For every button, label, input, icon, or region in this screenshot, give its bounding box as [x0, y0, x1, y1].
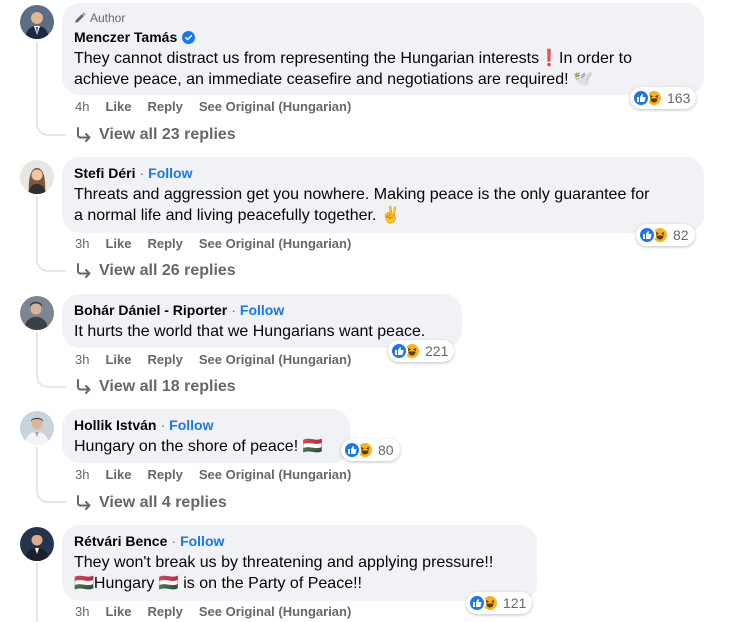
- comment-text-line: a normal life and living peacefully toge…: [74, 207, 401, 224]
- reaction-count: 121: [503, 595, 527, 611]
- thread-line: [36, 332, 38, 374]
- comment-text-line: It hurts the world that we Hungarians wa…: [74, 323, 426, 340]
- like-button[interactable]: Like: [105, 352, 131, 368]
- commenter-name[interactable]: Hollik István: [74, 417, 156, 434]
- like-reaction-icon: [632, 89, 650, 107]
- reply-arrow-icon: [77, 263, 91, 278]
- comment-bubble: Author Menczer Tamás They cannot distrac…: [62, 3, 704, 95]
- comment-text-line: They cannot distract us from representin…: [74, 50, 632, 67]
- reaction-count: 82: [673, 227, 689, 243]
- like-reaction-icon: [390, 342, 408, 360]
- thread-line: [36, 196, 38, 258]
- see-original-button[interactable]: See Original (Hungarian): [199, 604, 351, 620]
- like-reaction-icon: [343, 441, 361, 459]
- comment-text-line: Hungary on the shore of peace! 🇭🇺: [74, 438, 323, 455]
- comment-actions: 4h Like Reply See Original (Hungarian): [75, 99, 367, 115]
- reply-button[interactable]: Reply: [147, 236, 182, 252]
- follow-button[interactable]: Follow: [240, 302, 284, 319]
- comment-actions: 3h Like Reply See Original (Hungarian): [75, 236, 367, 252]
- view-replies-link[interactable]: View all 18 replies: [75, 378, 236, 396]
- reply-arrow-icon: [77, 379, 91, 394]
- follow-button[interactable]: Follow: [180, 533, 224, 550]
- thread-curve: [36, 489, 66, 503]
- comment-bubble: Stefi Déri · Follow Threats and aggressi…: [62, 157, 704, 233]
- reaction-count: 163: [667, 90, 691, 106]
- reply-button[interactable]: Reply: [147, 99, 182, 115]
- see-original-button[interactable]: See Original (Hungarian): [199, 352, 351, 368]
- reaction-count: 221: [425, 343, 449, 359]
- view-replies-label: View all 4 replies: [99, 494, 227, 511]
- view-replies-label: View all 23 replies: [99, 126, 236, 143]
- like-button[interactable]: Like: [105, 99, 131, 115]
- avatar[interactable]: [20, 160, 54, 194]
- avatar[interactable]: [20, 5, 54, 39]
- thread-curve: [36, 122, 66, 136]
- pencil-icon: [75, 12, 86, 23]
- see-original-button[interactable]: See Original (Hungarian): [199, 236, 351, 252]
- reply-button[interactable]: Reply: [147, 467, 182, 483]
- avatar[interactable]: [20, 527, 54, 561]
- reply-arrow-icon: [77, 495, 91, 510]
- thread-curve: [36, 258, 66, 272]
- like-reaction-icon: [638, 226, 656, 244]
- comment-time[interactable]: 3h: [75, 604, 89, 620]
- view-replies-label: View all 26 replies: [99, 262, 236, 279]
- see-original-button[interactable]: See Original (Hungarian): [199, 467, 351, 483]
- comment-bubble: Rétvári Bence · Follow They won't break …: [62, 525, 537, 601]
- like-button[interactable]: Like: [105, 604, 131, 620]
- follow-button[interactable]: Follow: [169, 417, 213, 434]
- like-button[interactable]: Like: [105, 467, 131, 483]
- verified-badge-icon: [182, 31, 196, 44]
- comment-time[interactable]: 3h: [75, 467, 89, 483]
- reply-button[interactable]: Reply: [147, 352, 182, 368]
- comment-text-line: Threats and aggression get you nowhere. …: [74, 186, 650, 203]
- comment-actions: 3h Like Reply See Original (Hungarian): [75, 352, 367, 368]
- comment-actions: 3h Like Reply See Original (Hungarian): [75, 467, 367, 483]
- avatar[interactable]: [20, 296, 54, 330]
- avatar[interactable]: [20, 411, 54, 445]
- comment-bubble: Hollik István · Follow Hungary on the sh…: [62, 409, 350, 463]
- thread-line: [36, 563, 38, 622]
- reply-arrow-icon: [77, 127, 91, 142]
- like-reaction-icon: [468, 594, 486, 612]
- comment-actions: 3h Like Reply See Original (Hungarian): [75, 604, 367, 620]
- see-original-button[interactable]: See Original (Hungarian): [199, 99, 351, 115]
- separator-dot: ·: [160, 417, 166, 433]
- like-button[interactable]: Like: [105, 236, 131, 252]
- comment-text-line: They won't break us by threatening and a…: [74, 554, 494, 571]
- commenter-name[interactable]: Rétvári Bence: [74, 533, 167, 550]
- reactions-summary[interactable]: 121: [466, 592, 533, 614]
- comment-time[interactable]: 3h: [75, 236, 89, 252]
- thread-curve: [36, 374, 66, 388]
- separator-dot: ·: [139, 165, 145, 181]
- commenter-name[interactable]: Menczer Tamás: [74, 29, 177, 46]
- view-replies-link[interactable]: View all 23 replies: [75, 126, 236, 144]
- view-replies-link[interactable]: View all 26 replies: [75, 262, 236, 280]
- reactions-summary[interactable]: 163: [630, 87, 697, 109]
- comment-text-line: achieve peace, an immediate ceasefire an…: [74, 71, 593, 88]
- comment-text-line: 🇭🇺Hungary 🇭🇺 is on the Party of Peace!!: [74, 575, 362, 592]
- separator-dot: ·: [231, 302, 236, 318]
- follow-button[interactable]: Follow: [148, 165, 192, 182]
- author-badge: Author: [74, 11, 692, 25]
- commenter-name[interactable]: Bohár Dániel - Riporter: [74, 302, 227, 319]
- reactions-summary[interactable]: 80: [341, 439, 400, 461]
- view-replies-label: View all 18 replies: [99, 378, 236, 395]
- reactions-summary[interactable]: 82: [636, 224, 695, 246]
- commenter-name[interactable]: Stefi Déri: [74, 165, 135, 182]
- thread-line: [36, 42, 38, 122]
- reaction-count: 80: [378, 442, 394, 458]
- comment-time[interactable]: 3h: [75, 352, 89, 368]
- reply-button[interactable]: Reply: [147, 604, 182, 620]
- view-replies-link[interactable]: View all 4 replies: [75, 494, 227, 512]
- thread-line: [36, 447, 38, 489]
- reactions-summary[interactable]: 221: [388, 340, 455, 362]
- author-tag-label: Author: [90, 11, 126, 25]
- separator-dot: ·: [171, 533, 177, 549]
- comment-time[interactable]: 4h: [75, 99, 89, 115]
